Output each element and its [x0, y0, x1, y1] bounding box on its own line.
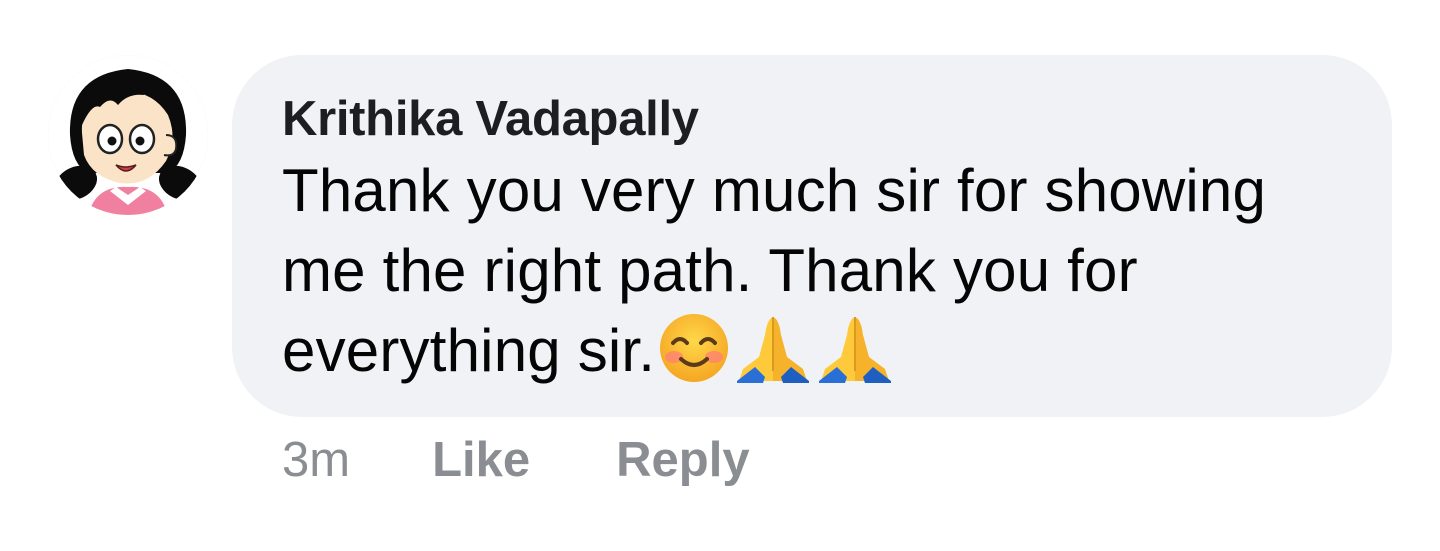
comment-body: Thank you very much sir for showing me t…: [282, 151, 1352, 391]
reply-button[interactable]: Reply: [616, 432, 749, 488]
comment-timestamp[interactable]: 3m: [282, 432, 350, 488]
smiling-face-icon: [657, 311, 731, 385]
comment-bubble: Krithika Vadapally Thank you very much s…: [232, 55, 1392, 417]
comment-actions: 3m Like Reply: [282, 428, 836, 492]
comment: Krithika Vadapally Thank you very much s…: [0, 0, 1440, 551]
avatar-cartoon-girl-icon: [48, 55, 208, 215]
folded-hands-icon: [733, 311, 813, 385]
like-button[interactable]: Like: [432, 432, 530, 488]
comment-author[interactable]: Krithika Vadapally: [282, 89, 1352, 149]
folded-hands-icon: [815, 311, 895, 385]
avatar[interactable]: [48, 55, 208, 215]
